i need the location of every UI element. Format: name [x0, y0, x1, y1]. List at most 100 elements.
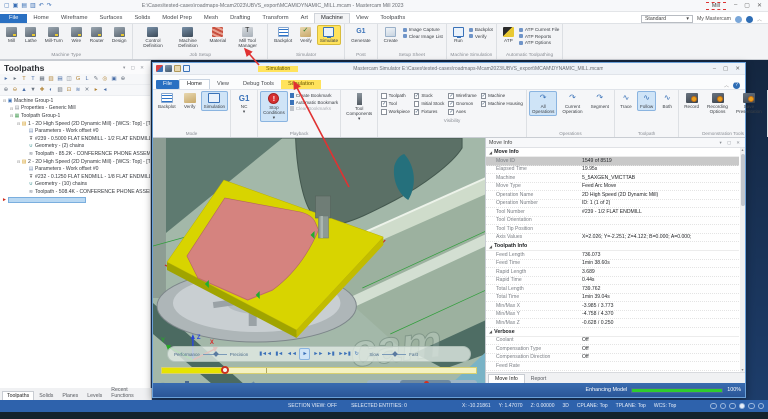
tool-components-button[interactable]: Tool Components ▾ [343, 91, 375, 123]
sim-tab-home[interactable]: Home [179, 79, 210, 89]
checkbox-fixtures[interactable]: ✓ [413, 109, 420, 115]
account-icon[interactable] [734, 15, 742, 23]
visibility-machine[interactable]: ✓ Machine [480, 93, 523, 99]
tree-item-2-2d-high-speed-2d-dynamic-mil[interactable]: ⊟ ▨ 2 - 2D High Speed (2D Dynamic Mill) - … [0, 158, 150, 166]
sim-quick-icon[interactable] [156, 65, 163, 72]
view-toggle-icon[interactable] [757, 402, 764, 410]
tab-machine[interactable]: Machine [314, 13, 350, 23]
tab-solids[interactable]: Solids [128, 14, 156, 23]
ribbon-button-backplot[interactable]: Backplot [469, 27, 493, 32]
tree-item-geometry-2-chains[interactable]: ∪ Geometry - (2) chains [0, 143, 150, 151]
checkbox-wireframe[interactable]: ✓ [448, 93, 454, 99]
section-header-verbose[interactable]: ◢ Verbose [486, 328, 739, 337]
tree-item-parameters-work-offset-0[interactable]: ▤ Parameters - Work offset #0 [0, 165, 150, 173]
mode-button-verify[interactable]: Verify [181, 91, 199, 111]
collapse-ribbon-icon[interactable]: ︿ [757, 16, 762, 23]
toolbar-icon[interactable]: ▼ [29, 86, 37, 94]
tree-item-properties-generic-mill[interactable]: ⊟ ▤ Properties - Generic Mill [0, 105, 150, 113]
playback-button-create-bookmark[interactable]: Create Bookmark [290, 93, 338, 98]
tab-view[interactable]: View [350, 14, 374, 23]
ribbon-button-backplot[interactable]: Backplot [271, 25, 295, 45]
toolbar-icon[interactable]: ✎ [92, 75, 100, 83]
move-info-row-feed-rate[interactable]: Feed Rate [486, 362, 739, 371]
operations-current-operation[interactable]: ↷ Current Operation [559, 91, 585, 116]
toolbar-icon[interactable]: T [29, 75, 37, 83]
toolbar-icon[interactable]: ▸ [92, 86, 100, 94]
help-icon[interactable] [745, 15, 753, 23]
move-info-row-operation-number[interactable]: Operation Number ID: 1 (1 of 2) [486, 200, 739, 208]
new-file-icon[interactable]: ▢ [4, 1, 10, 11]
tab-wireframe[interactable]: Wireframe [55, 14, 94, 23]
toolbar-icon[interactable]: ⊕ [119, 75, 127, 83]
move-info-row-total-time[interactable]: Total Time 1min 39.04s [486, 294, 739, 302]
toolpath-both[interactable]: ∿ Both [658, 91, 676, 111]
move-info-row-machine[interactable]: Machine 5_5AXGEN_VMCTTAB [486, 174, 739, 183]
visibility-toolpath[interactable]: Toolpath [381, 93, 410, 99]
simulator-tab-right[interactable]: ︿ ? [724, 82, 740, 89]
demo-save-presentation[interactable]: Save Presentation [733, 91, 765, 116]
tab-surfaces[interactable]: Surfaces [94, 14, 129, 23]
toolbar-icon[interactable]: L [83, 75, 91, 83]
manager-tab-toolpaths[interactable]: Toolpaths [2, 391, 35, 400]
checkbox-tool[interactable]: ✓ [381, 101, 387, 107]
minimize-icon[interactable]: – [713, 66, 716, 72]
move-info-row-min-max-x[interactable]: Min/Max X -3.985 / 3.773 [486, 302, 739, 311]
skip-start-icon[interactable]: ▮◄◄ [258, 349, 272, 359]
close-icon[interactable]: ✕ [757, 2, 762, 9]
statusbar-view-icons[interactable] [710, 402, 764, 410]
toolbar-icon[interactable]: ⊖ [11, 86, 19, 94]
visibility-gnomon[interactable]: ✓ Gnomon [448, 101, 476, 107]
ribbon-button-run[interactable]: Run [450, 25, 467, 45]
visibility-initial-stock[interactable]: Initial Stock [413, 101, 444, 107]
manager-tab-solids[interactable]: Solids [35, 392, 57, 400]
move-info-row-feed-time[interactable]: Feed Time 1min 38.60s [486, 260, 739, 268]
undo-icon[interactable]: ↶ [39, 1, 44, 11]
ribbon-button-wire[interactable]: Wire [68, 25, 85, 45]
tree-item[interactable]: ► [0, 196, 150, 204]
plus-icon[interactable]: + [251, 381, 255, 384]
step-back-icon[interactable]: ▮◄ [274, 349, 283, 359]
playback-button-automatic-bookmark[interactable]: Automatic Bookmark [290, 100, 338, 105]
toolbar-icon[interactable]: ⊕ [2, 86, 10, 94]
sim-tab-simulation[interactable]: Simulation [280, 80, 322, 89]
ribbon-button-verify[interactable]: Verify [469, 34, 493, 39]
toolbar-icon[interactable]: ◎ [101, 75, 109, 83]
checkbox-stock[interactable]: ✓ [413, 93, 420, 99]
operations-segment[interactable]: ↷ Segment [588, 91, 612, 111]
move-info-row-elapsed-time[interactable]: Elapsed Time 19.95s [486, 166, 739, 174]
rewind-icon[interactable]: ◄◄ [286, 349, 298, 359]
panel-tab-move-info[interactable]: Move Info [488, 374, 525, 383]
sim-quick-icon[interactable] [165, 65, 172, 72]
ribbon-button-generate[interactable]: G1 Generate [348, 25, 374, 45]
speed-slider[interactable] [382, 350, 407, 357]
tab-mesh[interactable]: Mesh [198, 14, 224, 23]
toolbar-icon[interactable]: ▤ [56, 75, 64, 83]
sim-tab-view[interactable]: View [210, 80, 236, 89]
toolbar-icon[interactable]: ▸ [11, 75, 19, 83]
move-info-row-feed-length[interactable]: Feed Length 736.073 [486, 251, 739, 260]
move-info-row-move-type[interactable]: Move Type Feed Arc Move [486, 183, 739, 191]
ribbon-button-create[interactable]: Create [381, 25, 401, 45]
ribbon-button-clear-image-list[interactable]: Clear Image List [403, 34, 443, 39]
panel-pin-close-icons[interactable]: ▾ ▢ ✕ [123, 65, 146, 71]
section-header-toolpath-info[interactable]: ◢ Toolpath Info [486, 242, 739, 251]
move-info-row-rapid-time[interactable]: Rapid Time 0.44s [486, 277, 739, 285]
toolbar-icon[interactable]: ▲ [20, 86, 28, 94]
play-icon[interactable]: ► [299, 348, 311, 360]
demo-record[interactable]: Record [681, 91, 702, 111]
tree-item-geometry-10-chains[interactable]: ∪ Geometry - (10) chains [0, 181, 150, 189]
tree-item-parameters-work-offset-0[interactable]: ▤ Parameters - Work offset #0 [0, 127, 150, 135]
demo-recording-options[interactable]: Recording Options [704, 91, 731, 116]
visibility-stock[interactable]: ✓ Stock [413, 93, 445, 99]
visibility-wireframe[interactable]: ✓ Wireframe [448, 93, 477, 99]
move-info-row-coolant[interactable]: Coolant Off [486, 337, 739, 345]
tree-item-machine-group-1[interactable]: ⊟ ▣ Machine Group-1 [0, 97, 150, 105]
preset-dropdown[interactable]: Standard ▾ [640, 15, 693, 23]
visibility-fixtures[interactable]: ✓ Fixtures [413, 109, 445, 115]
open-icon[interactable]: ▤ [21, 1, 27, 11]
section-header-move-info[interactable]: ◢ Move Info [486, 148, 739, 157]
tab-drafting[interactable]: Drafting [224, 14, 256, 23]
sim-quick-icon[interactable] [174, 65, 181, 72]
viewport-mini-scrollbar[interactable] [367, 380, 477, 383]
mode-button-backplot[interactable]: Backplot [155, 91, 179, 111]
